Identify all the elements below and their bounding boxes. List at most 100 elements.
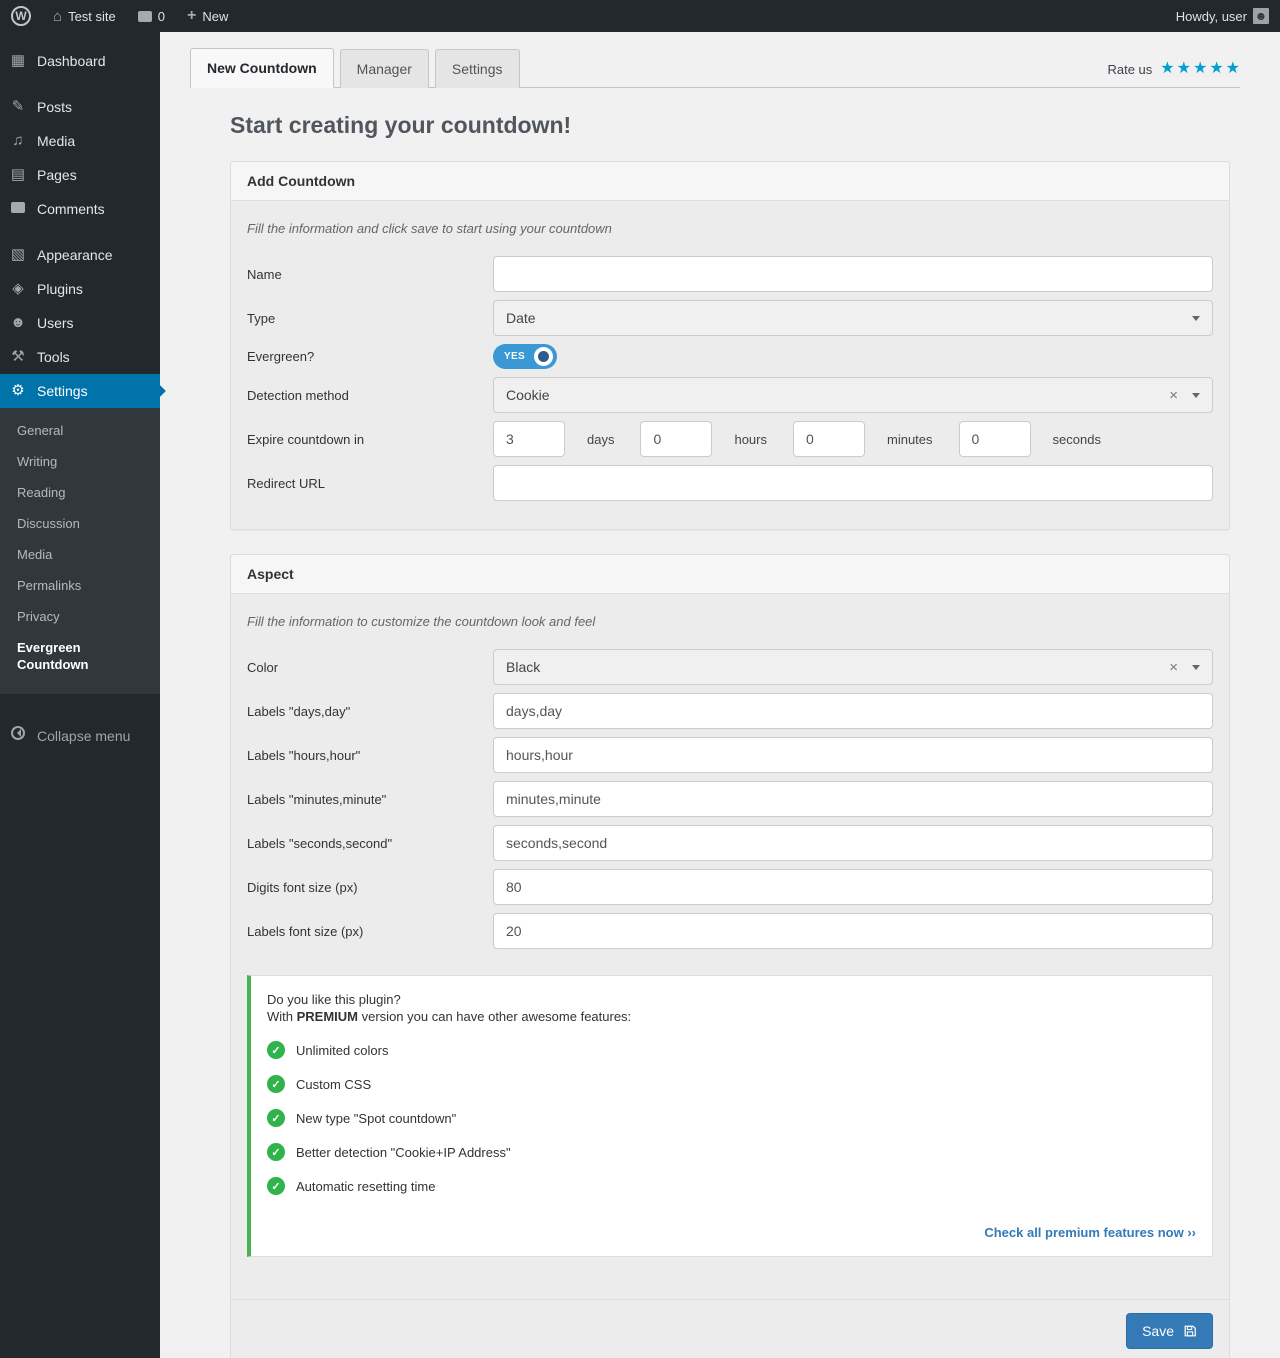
site-name: Test site (68, 8, 116, 24)
submenu-item-permalinks[interactable]: Permalinks (0, 570, 160, 601)
detection-method-select[interactable]: Cookie × (493, 377, 1213, 413)
star-icon[interactable]: ★ (1177, 61, 1191, 77)
premium-features-link[interactable]: Check all premium features now ›› (267, 1211, 1196, 1248)
labels-days-label: Labels "days,day" (247, 703, 351, 719)
aspect-hint: Fill the information to customize the co… (247, 614, 596, 629)
new-content-button[interactable]: + New (176, 0, 239, 32)
star-icon[interactable]: ★ (1160, 61, 1174, 77)
digits-font-size-label: Digits font size (px) (247, 879, 358, 895)
clear-selection-icon[interactable]: × (1169, 660, 1178, 675)
check-circle-icon: ✓ (267, 1177, 285, 1195)
type-select[interactable]: Date (493, 300, 1213, 336)
evergreen-toggle[interactable]: YES (493, 344, 557, 369)
detection-method-value: Cookie (506, 387, 550, 403)
content-area: New Countdown Manager Settings Rate us ★… (160, 32, 1280, 1358)
sidebar-item-comments[interactable]: Comments (0, 192, 160, 226)
rating-stars: ★ ★ ★ ★ ★ (1160, 61, 1240, 77)
sidebar-item-posts[interactable]: ✎ Posts (0, 90, 160, 124)
premium-feature: ✓ Unlimited colors (267, 1041, 1196, 1059)
sidebar-item-tools[interactable]: ⚒ Tools (0, 340, 160, 374)
sidebar-item-pages[interactable]: ▤ Pages (0, 158, 160, 192)
expire-days-input[interactable] (493, 421, 565, 457)
submenu-item-writing[interactable]: Writing (0, 446, 160, 477)
name-input[interactable] (493, 256, 1213, 292)
digits-font-size-input[interactable] (493, 869, 1213, 905)
submenu-item-reading[interactable]: Reading (0, 477, 160, 508)
sidebar-item-settings[interactable]: ⚙ Settings (0, 374, 166, 408)
evergreen-row: Evergreen? YES (247, 344, 1213, 369)
sidebar-item-dashboard[interactable]: ▦ Dashboard (0, 44, 160, 78)
sidebar-item-label: Comments (37, 201, 105, 217)
sidebar-item-label: Users (37, 315, 74, 331)
plugin-tab-bar: New Countdown Manager Settings Rate us ★… (190, 48, 1240, 88)
form-actions: Save (231, 1299, 1229, 1358)
sidebar-item-label: Tools (37, 349, 70, 365)
new-label: New (202, 8, 229, 24)
premium-pitch-prefix: With (267, 1009, 297, 1024)
expire-row: Expire countdown in days hours minutes s… (247, 421, 1213, 457)
check-circle-icon: ✓ (267, 1041, 285, 1059)
redirect-url-input[interactable] (493, 465, 1213, 501)
expire-hours-unit: hours (734, 431, 767, 447)
labels-font-size-input[interactable] (493, 913, 1213, 949)
labels-seconds-label: Labels "seconds,second" (247, 835, 393, 851)
clear-selection-icon[interactable]: × (1169, 388, 1178, 403)
sidebar-item-media[interactable]: ♫ Media (0, 124, 160, 158)
submenu-item-general[interactable]: General (0, 415, 160, 446)
tab-settings[interactable]: Settings (434, 49, 520, 88)
add-countdown-panel: Add Countdown Fill the information and c… (230, 161, 1230, 530)
save-disk-icon (1183, 1324, 1197, 1338)
labels-seconds-input[interactable] (493, 825, 1213, 861)
toggle-knob (533, 347, 553, 366)
labels-font-size-row: Labels font size (px) (247, 913, 1213, 949)
users-icon: ☻ (10, 314, 26, 331)
labels-hours-input[interactable] (493, 737, 1213, 773)
site-name-link[interactable]: ⌂ Test site (42, 0, 127, 32)
premium-promo-box: Do you like this plugin? With PREMIUM ve… (247, 975, 1213, 1257)
caret-down-icon (1192, 664, 1200, 670)
collapse-label: Collapse menu (37, 727, 131, 744)
admin-bar-left: W ⌂ Test site 0 + New (0, 0, 239, 32)
expire-minutes-input[interactable] (793, 421, 865, 457)
sidebar-item-label: Plugins (37, 281, 83, 297)
labels-days-input[interactable] (493, 693, 1213, 729)
dashboard-icon: ▦ (10, 52, 26, 69)
premium-feature: ✓ Better detection "Cookie+IP Address" (267, 1143, 1196, 1161)
premium-feature-label: Unlimited colors (296, 1042, 389, 1058)
submenu-item-evergreen-countdown[interactable]: Evergreen Countdown (0, 632, 160, 680)
type-row: Type Date (247, 300, 1213, 336)
tab-new-countdown[interactable]: New Countdown (190, 48, 334, 88)
digits-font-size-row: Digits font size (px) (247, 869, 1213, 905)
submenu-item-discussion[interactable]: Discussion (0, 508, 160, 539)
tab-manager[interactable]: Manager (339, 49, 429, 88)
submenu-item-media[interactable]: Media (0, 539, 160, 570)
star-icon[interactable]: ★ (1226, 61, 1240, 77)
sidebar-item-label: Pages (37, 167, 77, 183)
premium-feature-label: New type "Spot countdown" (296, 1110, 457, 1126)
labels-font-size-label: Labels font size (px) (247, 923, 364, 939)
collapse-menu-button[interactable]: Collapse menu (0, 718, 160, 753)
expire-hours-input[interactable] (640, 421, 713, 457)
color-select[interactable]: Black × (493, 649, 1213, 685)
sidebar: ▦ Dashboard ✎ Posts ♫ Media ▤ Pages Comm… (0, 32, 166, 1358)
sidebar-item-label: Dashboard (37, 53, 106, 69)
sidebar-item-users[interactable]: ☻ Users (0, 306, 160, 340)
labels-minutes-input[interactable] (493, 781, 1213, 817)
submenu-item-privacy[interactable]: Privacy (0, 601, 160, 632)
star-icon[interactable]: ★ (1209, 61, 1223, 77)
expire-seconds-input[interactable] (958, 421, 1031, 457)
save-button[interactable]: Save (1126, 1313, 1213, 1349)
account-menu[interactable]: Howdy, user ☻ (1165, 0, 1280, 32)
labels-days-row: Labels "days,day" (247, 693, 1213, 729)
wp-logo-menu[interactable]: W (0, 0, 42, 32)
sidebar-item-appearance[interactable]: ▧ Appearance (0, 238, 160, 272)
admin-frame: ▦ Dashboard ✎ Posts ♫ Media ▤ Pages Comm… (0, 32, 1280, 1358)
plugins-icon: ◈ (12, 280, 24, 297)
star-icon[interactable]: ★ (1193, 61, 1207, 77)
sidebar-item-plugins[interactable]: ◈ Plugins (0, 272, 160, 306)
comments-shortcut[interactable]: 0 (127, 0, 176, 32)
comment-count: 0 (157, 8, 165, 24)
appearance-icon: ▧ (10, 246, 26, 263)
labels-hours-label: Labels "hours,hour" (247, 747, 361, 763)
expire-seconds-unit: seconds (1052, 431, 1101, 447)
